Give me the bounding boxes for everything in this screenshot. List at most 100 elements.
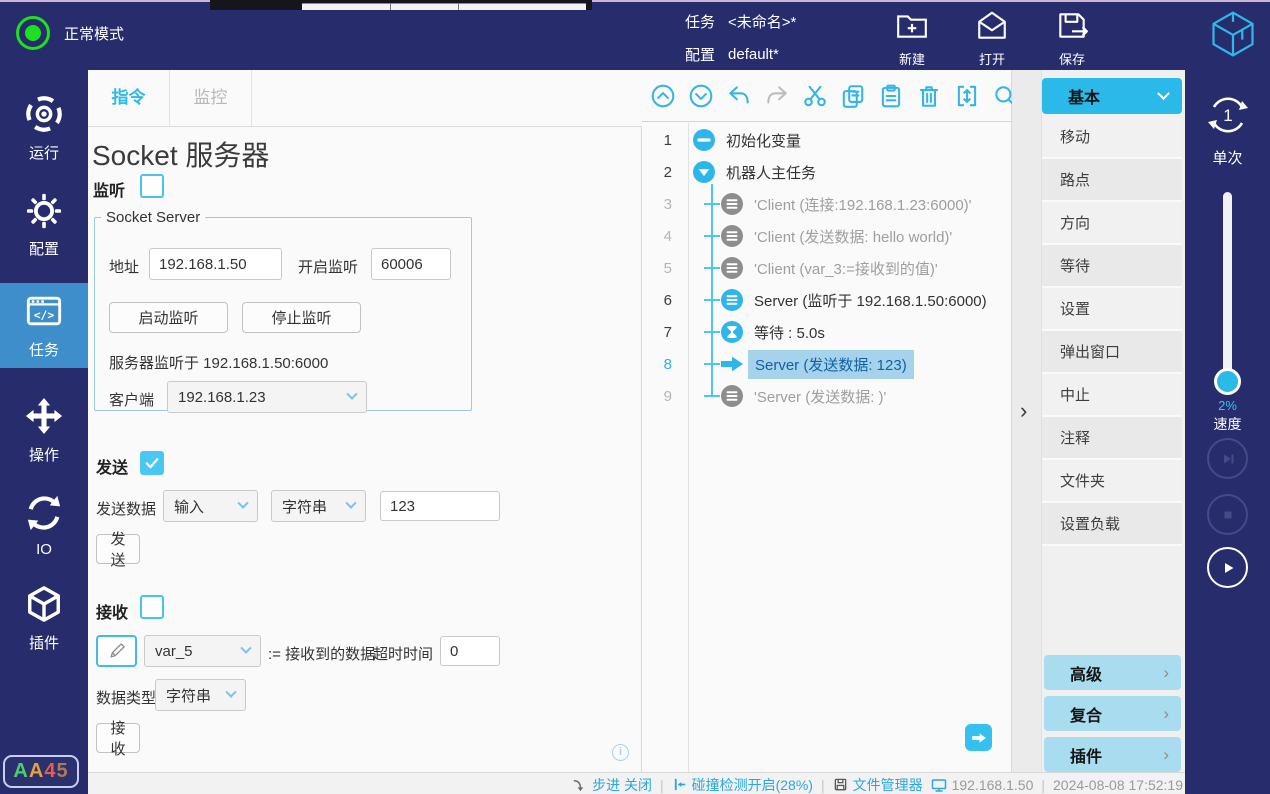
send-data-input[interactable] [380,491,500,521]
sidebar-item-io[interactable]: IO [0,493,88,559]
receive-type-select[interactable]: 字符串 [155,679,246,711]
timeout-label: 超时时间 [373,643,433,664]
undo-icon[interactable] [726,83,752,109]
tree-row-4[interactable]: 4'Client (发送数据: hello world)' [642,220,1012,252]
menu-circle-icon [720,384,744,408]
tree-row-8[interactable]: 8Server (发送数据: 123) [642,348,1012,380]
command-group-复合[interactable]: 复合› [1044,696,1181,731]
copy-icon[interactable] [840,83,866,109]
file-manager-link[interactable]: 文件管理器 [833,775,923,794]
port-input[interactable] [371,248,451,280]
send-checkbox[interactable] [140,451,164,475]
tree-row-2[interactable]: 2机器人主任务 [642,156,1012,188]
tree-row-5[interactable]: 5'Client (var_3:=接收到的值)' [642,252,1012,284]
goto-selected-button[interactable] [965,724,992,751]
tree-toolbar [642,70,1012,122]
single-run-icon[interactable]: 1 [1205,92,1251,142]
task-config-info: 任务<未命名>* 配置default* [685,9,796,75]
command-item[interactable]: 注释 [1042,417,1182,460]
address-label: 地址 [109,256,139,277]
delete-icon[interactable] [916,83,942,109]
minus-circle-icon [692,128,716,152]
send-button[interactable]: 发送 [96,534,140,564]
menu-circle-icon [720,192,744,216]
tree-branch-line [704,235,720,237]
collision-status[interactable]: 碰撞检测开启(28%) [672,775,813,794]
speed-slider-thumb[interactable] [1214,368,1241,395]
tree-row-6[interactable]: 6Server (监听于 192.168.1.50:6000) [642,284,1012,316]
server-status-text: 服务器监听于 192.168.1.50:6000 [109,352,328,373]
tab-instruction[interactable]: 指令 [88,70,170,126]
tree-row-9[interactable]: 9'Server (发送数据: )' [642,380,1012,412]
command-item[interactable]: 移动 [1042,116,1182,159]
datetime: 2024-08-08 17:52:19 [1053,777,1183,793]
collapse-all-icon[interactable] [650,83,676,109]
sidebar-item-run[interactable]: 运行 [0,96,88,162]
tree-row-3[interactable]: 3'Client (连接:192.168.1.23:6000)' [642,188,1012,220]
listen-checkbox[interactable] [140,174,164,198]
paste-icon[interactable] [878,83,904,109]
arrow-right-icon [720,352,744,376]
edit-variable-button[interactable] [96,635,137,667]
sidebar-item-operate[interactable]: 操作 [0,398,88,464]
cut-icon[interactable] [802,83,828,109]
hourglass-circle-icon [720,320,744,344]
collapse-circle-icon [692,160,716,184]
status-bar: 步进 关闭 | 碰撞检测开启(28%) | 文件管理器 192.168.1.50… [88,772,1185,794]
send-source-select[interactable]: 输入 [163,490,258,522]
tree-branch-line [704,299,720,301]
client-label: 客户端 [109,389,154,410]
command-group-插件[interactable]: 插件› [1044,737,1181,772]
receive-var-select[interactable]: var_5 [144,635,261,667]
chevron-down-icon [240,643,251,654]
command-item[interactable]: 文件夹 [1042,460,1182,503]
command-item[interactable]: 路点 [1042,159,1182,202]
command-item[interactable]: 设置 [1042,288,1182,331]
redo-icon [764,83,790,109]
tab-monitor[interactable]: 监控 [170,70,252,126]
command-item[interactable]: 设置负载 [1042,503,1182,546]
tree-row-1[interactable]: 1初始化变量 [642,124,1012,156]
info-icon[interactable]: i [612,744,629,761]
start-listen-button[interactable]: 启动监听 [109,302,228,333]
open-button[interactable]: 打开 [956,9,1028,68]
send-type-select[interactable]: 字符串 [271,490,366,522]
command-group-basic[interactable]: 基本 [1042,78,1182,114]
step-icon [1218,449,1238,469]
expand-all-icon[interactable] [688,83,714,109]
new-button[interactable]: 新建 [876,9,948,68]
tree-branch-line [704,203,720,205]
timeout-input[interactable] [440,636,500,666]
command-item[interactable]: 方向 [1042,202,1182,245]
step-status[interactable]: 步进 关闭 [572,775,652,794]
floppy-icon [833,777,848,792]
command-group-高级[interactable]: 高级› [1044,655,1181,690]
save-button[interactable]: 保存 [1036,9,1108,68]
receive-checkbox[interactable] [140,595,164,619]
task-label: 任务 [685,11,715,32]
sidebar-item-config[interactable]: 配置 [0,193,88,259]
speed-slider-track[interactable] [1223,192,1232,386]
robot-id-badge[interactable]: AA45 [3,755,79,788]
sidebar-item-plugin[interactable]: 插件 [0,586,88,652]
task-icon: </> [25,292,63,334]
chevron-down-icon [225,687,236,698]
stop-listen-button[interactable]: 停止监听 [242,302,361,333]
menu-circle-icon [720,288,744,312]
command-item[interactable]: 等待 [1042,245,1182,288]
command-item[interactable]: 中止 [1042,374,1182,417]
tree-row-label: 初始化变量 [726,130,801,151]
play-button[interactable] [1207,547,1248,588]
client-select[interactable]: 192.168.1.23 [167,381,367,413]
command-item[interactable]: 弹出窗口 [1042,331,1182,374]
tree-row-7[interactable]: 7等待 : 5.0s [642,316,1012,348]
step-button[interactable] [1207,438,1248,479]
insert-icon[interactable] [954,83,980,109]
instruction-panel: 指令 监控 Socket 服务器 监听 Socket Server 地址 开启监… [88,70,642,772]
stop-button[interactable] [1207,494,1248,535]
address-input[interactable] [149,248,282,280]
pencil-icon [107,641,127,661]
panel-collapse-strip[interactable]: › [1012,70,1042,772]
sidebar-item-task[interactable]: </>任务 [0,283,88,368]
receive-button[interactable]: 接收 [96,723,140,753]
